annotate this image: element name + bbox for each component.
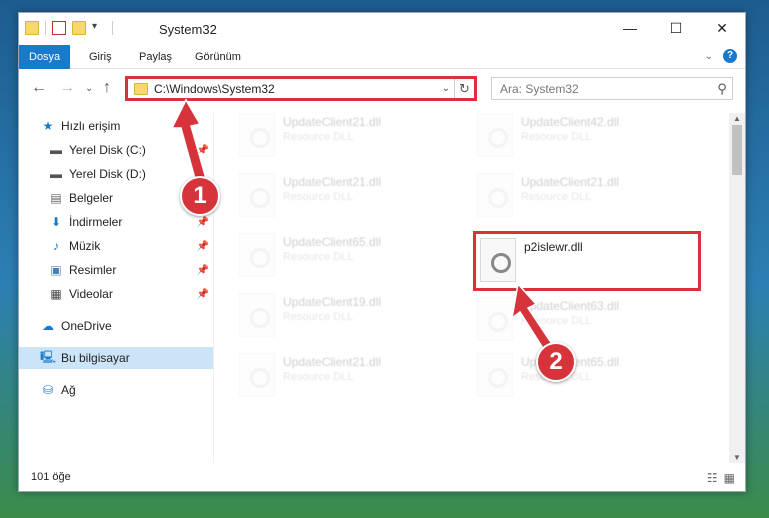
back-icon[interactable]: ← [31, 79, 47, 97]
sidebar-item-disk-c[interactable]: ▬ Yerel Disk (C:) 📌 [19, 139, 213, 161]
pin-icon[interactable]: 📌 [197, 241, 209, 252]
dll-file-icon [477, 353, 513, 397]
pictures-icon: ▣ [50, 263, 62, 277]
window-title: System32 [159, 22, 217, 37]
drive-icon: ▬ [50, 143, 62, 157]
file-item[interactable]: UpdateClient21.dll Resource DLL [477, 173, 697, 223]
file-list: UpdateClient21.dll Resource DLL UpdateCli… [219, 113, 727, 463]
sidebar-item-videos[interactable]: ▦ Videolar 📌 [19, 283, 213, 305]
customize-icon[interactable]: ▾ [92, 21, 106, 35]
search-box[interactable]: Ara: System32 ⚲ [491, 77, 733, 100]
ribbon-tabs: Dosya Giriş Paylaş Görünüm ⌄ ? [19, 45, 745, 69]
sidebar-item-quick-access[interactable]: ★ Hızlı erişim [19, 115, 213, 137]
tab-giris[interactable]: Giriş [79, 45, 122, 69]
search-icon[interactable]: ⚲ [712, 81, 732, 97]
dll-file-icon [477, 113, 513, 157]
file-item[interactable]: UpdateClient42.dll Resource DLL [477, 113, 697, 163]
step-badge-1: 1 [180, 176, 220, 216]
tab-gorunum[interactable]: Görünüm [185, 45, 251, 69]
sidebar-item-downloads[interactable]: ⬇ İndirmeler 📌 [19, 211, 213, 233]
dll-file-icon [480, 238, 516, 282]
vertical-scrollbar[interactable]: ▲ ▼ [729, 113, 745, 463]
address-bar[interactable]: C:\Windows\System32 ⌄ ↻ [125, 76, 477, 101]
pin-icon[interactable]: 📌 [197, 145, 209, 156]
details-view-icon[interactable]: ☷ [707, 471, 718, 485]
window-controls: — ☐ ✕ [607, 13, 745, 43]
scroll-thumb[interactable] [732, 125, 742, 175]
videos-icon: ▦ [50, 287, 62, 301]
sidebar-item-onedrive[interactable]: ☁ OneDrive [19, 315, 213, 337]
sidebar-item-disk-d[interactable]: ▬ Yerel Disk (D:) [19, 163, 213, 185]
scroll-up-icon[interactable]: ▲ [733, 114, 741, 123]
ribbon-expand-icon[interactable]: ⌄ [705, 51, 713, 62]
file-item[interactable]: UpdateClient65.dllResource DLL [239, 233, 459, 283]
title-bar: ▾ System32 — ☐ ✕ [19, 13, 745, 45]
maximize-button[interactable]: ☐ [653, 13, 699, 43]
forward-icon[interactable]: → [59, 79, 75, 97]
file-item[interactable]: UpdateClient21.dll Resource DLL [239, 113, 459, 163]
star-icon: ★ [42, 119, 54, 133]
tab-dosya[interactable]: Dosya [19, 45, 71, 69]
pin-icon[interactable]: 📌 [197, 265, 209, 276]
folder-icon [134, 82, 148, 95]
file-item[interactable]: UpdateClient21.dll Resource DLL [239, 353, 459, 403]
scroll-down-icon[interactable]: ▼ [733, 453, 741, 462]
drive-icon: ▬ [50, 167, 62, 181]
dll-file-icon [239, 233, 275, 277]
sidebar-item-network[interactable]: ⛁ Ağ [19, 379, 213, 401]
large-icons-view-icon[interactable]: ▦ [724, 471, 735, 485]
documents-icon: ▤ [50, 191, 62, 205]
up-icon[interactable]: ↑ [103, 79, 111, 97]
sidebar-item-music[interactable]: ♪ Müzik 📌 [19, 235, 213, 257]
folder-icon[interactable] [25, 21, 39, 35]
explorer-window: ▾ System32 — ☐ ✕ Dosya Giriş Paylaş Görü… [18, 12, 746, 492]
dll-file-icon [239, 173, 275, 217]
music-icon: ♪ [53, 239, 59, 253]
close-button[interactable]: ✕ [699, 13, 745, 43]
help-icon[interactable]: ? [723, 49, 737, 63]
dll-file-icon [477, 297, 513, 341]
file-item-p2islewr[interactable]: p2islewr.dll [473, 231, 701, 291]
recent-locations-icon[interactable]: ⌄ [85, 83, 93, 94]
item-count: 101 öğe [31, 471, 71, 483]
properties-icon[interactable] [52, 21, 66, 35]
dll-file-icon [239, 353, 275, 397]
file-item[interactable]: UpdateClient65.dllResource DLL [477, 353, 697, 403]
download-icon: ⬇ [50, 215, 62, 229]
sidebar-item-this-pc[interactable]: 🖳 Bu bilgisayar [19, 347, 213, 369]
address-dropdown-icon[interactable]: ⌄ [438, 83, 454, 94]
refresh-icon[interactable]: ↻ [454, 79, 474, 98]
network-icon: ⛁ [42, 383, 54, 397]
navigation-pane: ★ Hızlı erişim ▬ Yerel Disk (C:) 📌 ▬ Yer… [19, 113, 213, 463]
file-item[interactable]: UpdateClient19.dll Resource DLL [239, 293, 459, 343]
pin-icon[interactable]: 📌 [197, 217, 209, 228]
address-row: ← → ⌄ ↑ C:\Windows\System32 ⌄ ↻ Ara: Sys… [19, 75, 745, 103]
file-item[interactable]: UpdateClient21.dll Resource DLL [239, 173, 459, 223]
quick-access-toolbar: ▾ [25, 21, 113, 35]
cloud-icon: ☁ [42, 319, 54, 333]
dll-file-icon [239, 293, 275, 337]
dll-file-icon [477, 173, 513, 217]
address-path[interactable]: C:\Windows\System32 [154, 82, 438, 96]
view-toggles: ☷ ▦ [707, 471, 735, 485]
computer-icon: 🖳 [40, 349, 57, 364]
pin-icon[interactable]: 📌 [197, 289, 209, 300]
tab-paylas[interactable]: Paylaş [129, 45, 182, 69]
step-badge-2: 2 [536, 342, 576, 382]
file-item[interactable]: UpdateClient63.dll Resource DLL [477, 297, 697, 347]
minimize-button[interactable]: — [607, 13, 653, 43]
new-folder-icon[interactable] [72, 21, 86, 35]
search-input[interactable]: Ara: System32 [500, 82, 712, 96]
sidebar-item-pictures[interactable]: ▣ Resimler 📌 [19, 259, 213, 281]
dll-file-icon [239, 113, 275, 157]
